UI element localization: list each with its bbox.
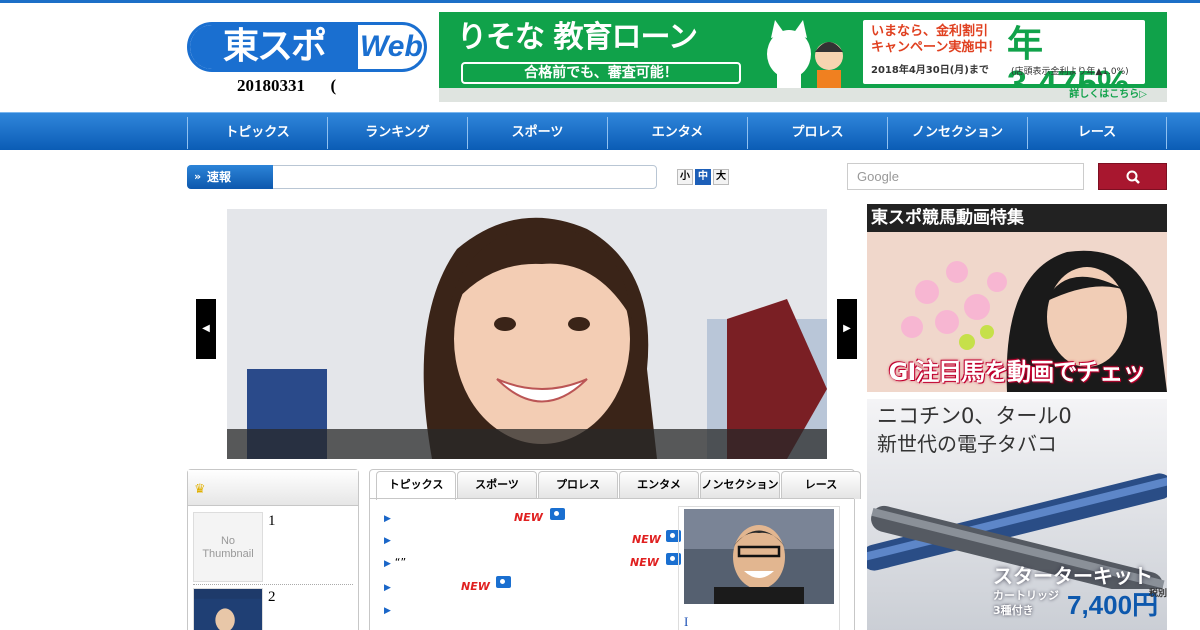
slider-caption-bar [227,429,827,459]
new-badge: NEW [632,533,661,546]
ad-more-link[interactable]: 詳しくはこちら▷ [439,88,1167,102]
arrow-right-icon: ▶ [384,536,391,546]
ad-note: (店頭表示金利より年▲1.0%) [1011,67,1129,77]
tab-underline [370,498,854,499]
ad-promo-line2: キャンペーン実施中！ [871,40,1001,55]
main-nav: トピックス ランキング スポーツ エンタメ プロレス ノンセクション レース [187,117,1167,149]
ranking-box: ♛ No Thumbnail 1 2 [187,469,359,630]
nav-item-prowrestling[interactable]: プロレス [747,117,887,149]
keiba-ad-title: 東スポ競馬動画特集 [867,204,1167,232]
tab-race[interactable]: レース [781,471,861,499]
nav-item-sports[interactable]: スポーツ [467,117,607,149]
keiba-ad-banner-text: GI注目馬を動画でチェック！ [888,358,1147,386]
article-item[interactable]: ▶ NEW [384,530,681,548]
feature-caption[interactable]: I [684,614,688,630]
top-accent-line [0,0,1200,3]
breaking-news-ticker[interactable]: » 速報 [187,165,657,189]
feature-photo [684,509,834,604]
current-date: 20180331 ( [237,76,337,95]
font-size-medium-button[interactable]: 中 [695,169,711,185]
crown-icon: ♛ [194,482,206,497]
search-icon [1126,170,1140,184]
article-quote-text: “” [394,556,407,569]
arrow-right-icon: ▶ [384,559,391,569]
article-item[interactable]: ▶ [384,603,391,618]
ecig-cartridge-label: カートリッジ [993,589,1059,602]
ranking-number: 1 [268,513,276,529]
nav-item-race[interactable]: レース [1027,117,1167,149]
breaking-news-label: » 速報 [187,165,273,189]
ad-promo-panel: いまなら、金利割引 キャンペーン実施中！ 2018年4月30日(月)まで 年3.… [863,20,1145,102]
arrow-right-icon: ▶ [384,514,391,524]
ecig-ad[interactable]: ニコチン0、タール0 新世代の電子タバコ スターターキット カートリッジ 3種付… [867,399,1167,630]
tab-nonsection[interactable]: ノンセクション [700,471,780,499]
ecig-ad-line1: ニコチン0、タール0 [877,404,1072,428]
camera-icon [496,576,511,588]
article-item[interactable]: ▶ [384,626,391,630]
tab-topics[interactable]: トピックス [376,471,456,500]
new-badge: NEW [461,580,490,593]
new-badge: NEW [630,556,659,569]
tab-entame[interactable]: エンタメ [619,471,699,499]
top-banner-ad[interactable]: りそな 教育ローン 合格前でも、審査可能！ いまなら、金利割引 キャンペーン実施… [439,12,1167,102]
new-badge: NEW [514,511,543,524]
ecig-tax-label: 税別 [1149,589,1167,599]
ad-period: 2018年4月30日(月)まで [871,65,989,76]
font-size-small-button[interactable]: 小 [677,169,693,185]
nav-item-topics[interactable]: トピックス [187,117,327,149]
article-item[interactable]: ▶ NEW [384,576,524,595]
ad-title: りそな 教育ローン [457,20,698,55]
tab-prowrestling[interactable]: プロレス [538,471,618,499]
arrow-right-icon: ▶ [384,606,391,616]
double-chevron-icon: » [194,170,202,183]
font-size-switcher: 小 中 大 [677,169,729,185]
logo-web: Web [360,30,423,63]
ranking-header: ♛ [188,470,358,506]
ranking-thumbnail [193,588,263,630]
article-item[interactable]: ▶ “” NEW [384,553,681,571]
tab-row: トピックス スポーツ プロレス エンタメ ノンセクション レース [376,470,861,500]
search-button[interactable] [1098,163,1167,190]
ecig-kit-label: スターターキット [993,564,1153,588]
ecig-price: 7,400円 [1067,590,1159,620]
article-item[interactable]: ▶ NEW [384,508,565,526]
ad-promo-line1: いまなら、金利割引 [871,24,989,39]
ranking-divider [193,584,353,585]
site-logo[interactable]: 東スポ Web [187,22,427,72]
slider-prev-button[interactable]: ◀ [196,299,216,359]
search-input[interactable]: Google [847,163,1084,190]
headline-slider-image[interactable] [227,209,827,459]
nav-item-entame[interactable]: エンタメ [607,117,747,149]
nav-item-ranking[interactable]: ランキング [327,117,467,149]
ranking-number: 2 [268,589,276,605]
tab-sports[interactable]: スポーツ [457,471,537,499]
slider-photo [227,209,827,459]
nav-item-nonsection[interactable]: ノンセクション [887,117,1027,149]
keiba-video-ad[interactable]: 東スポ競馬動画特集 GI注目馬を動画でチェック！ [867,204,1167,392]
arrow-right-icon: ▶ [384,583,391,593]
cat-mascot-icon [767,20,843,94]
camera-icon [550,508,565,520]
breaking-label-text: 速報 [207,170,232,184]
font-size-large-button[interactable]: 大 [713,169,729,185]
no-thumbnail-image: No Thumbnail [193,512,263,582]
feature-image[interactable] [684,509,834,604]
slider-next-button[interactable]: ▶ [837,299,857,359]
logo-jp: 東スポ [190,25,358,69]
ecig-cartridge-count: 3種付き [993,604,1034,617]
ad-subtitle: 合格前でも、審査可能！ [461,62,741,84]
